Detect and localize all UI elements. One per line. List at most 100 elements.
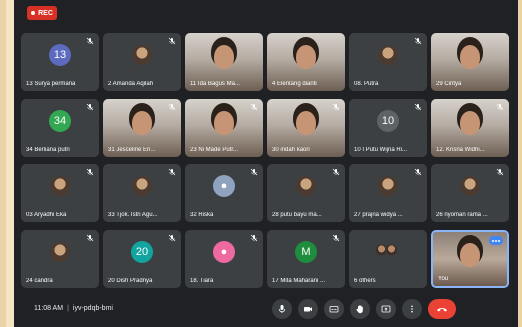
present-button[interactable]: [376, 298, 396, 319]
participant-tile[interactable]: 4 Elentang dianti: [267, 33, 345, 91]
participant-tile[interactable]: 13 13 Surya permana: [21, 33, 99, 91]
mic-off-icon: [168, 103, 176, 111]
meeting-code[interactable]: iyv-pdqb-bmi: [73, 305, 113, 312]
bottom-bar: 11:08 AM | iyv-pdqb-bmi: [14, 290, 518, 327]
participant-face: [214, 45, 234, 70]
participant-name: 2 Amanda Aqilah: [108, 81, 154, 87]
participant-tile[interactable]: 26 nyoman rama ...: [431, 164, 509, 222]
participant-tile[interactable]: 24 candra: [21, 230, 99, 288]
participant-tile[interactable]: M 17 Mita Maharani ...: [267, 230, 345, 288]
avatar: 34: [49, 110, 71, 132]
participant-name: 30 indah kaori: [272, 147, 310, 153]
audio-indicator-icon: [489, 236, 503, 245]
mic-off-icon: [168, 37, 176, 45]
participant-tile[interactable]: 03 Aryadhi Eka: [21, 164, 99, 222]
meeting-info-separator: |: [67, 305, 69, 312]
mic-off-icon: [414, 168, 422, 176]
more-options-button[interactable]: [402, 298, 422, 319]
camera-icon: [304, 306, 312, 311]
profile-photo: [296, 176, 316, 196]
recording-badge: REC: [27, 6, 57, 20]
mic-off-icon: [414, 103, 422, 111]
mic-off-icon: [86, 37, 94, 45]
participant-tile[interactable]: 11 Ida Bagus Ma...: [185, 33, 263, 91]
end-call-button[interactable]: [428, 298, 456, 319]
participant-name: 03 Aryadhi Eka: [26, 212, 67, 218]
mic-off-icon: [168, 234, 176, 242]
participant-name: 31 Jesceline Eri...: [108, 147, 156, 153]
participant-tile[interactable]: 33 Tjok. Istri Agu...: [103, 164, 181, 222]
profile-photo: [132, 45, 152, 65]
participant-tile[interactable]: ● 18. Tiara: [185, 230, 263, 288]
participant-name: You: [438, 276, 449, 282]
participant-name: 4 Elentang dianti: [272, 81, 317, 87]
participant-tile[interactable]: 20 20 Dish Pradnya: [103, 230, 181, 288]
profile-photo: [460, 176, 480, 196]
profile-photo: [378, 45, 398, 65]
participant-face: [460, 45, 480, 70]
participant-name: 17 Mita Maharani ...: [272, 278, 326, 284]
hand-icon: [356, 304, 363, 313]
participant-name: 12. Krisna Widhi...: [436, 147, 485, 153]
participant-tile[interactable]: 2 Amanda Aqilah: [103, 33, 181, 91]
participant-face: [296, 45, 316, 70]
participant-tile[interactable]: 08. Putra: [349, 33, 427, 91]
participant-name: 32 Riska: [190, 212, 214, 218]
raise-hand-button[interactable]: [350, 298, 370, 319]
mic-off-icon: [86, 168, 94, 176]
participant-face: [296, 111, 316, 136]
participant-tile[interactable]: 34 34 Berliana putri: [21, 99, 99, 157]
more-vert-icon: [411, 305, 413, 312]
participant-name: 6 others: [354, 278, 376, 284]
mic-off-icon: [496, 168, 504, 176]
captions-icon: [329, 305, 339, 312]
mic-off-icon: [332, 234, 340, 242]
avatar: [385, 243, 398, 257]
participant-tile[interactable]: 30 indah kaori: [267, 99, 345, 157]
participant-tile[interactable]: 28 putu bayu ma...: [267, 164, 345, 222]
participant-name: 26 nyoman rama ...: [436, 212, 488, 218]
avatar: 13: [49, 44, 71, 66]
avatar: ●: [213, 175, 235, 197]
mic-off-icon: [250, 234, 258, 242]
participant-tile[interactable]: 27 prajna widya ...: [349, 164, 427, 222]
camera-button[interactable]: [298, 298, 318, 319]
participant-tile[interactable]: ● 32 Riska: [185, 164, 263, 222]
recording-dot-icon: [31, 11, 36, 15]
participant-face: [460, 111, 480, 136]
participant-name: 20 Dish Pradnya: [108, 278, 153, 284]
present-icon: [381, 305, 391, 312]
mic-off-icon: [86, 103, 94, 111]
participant-tile[interactable]: 10 10 I Putu Wijna Ri...: [349, 99, 427, 157]
mic-off-icon: [250, 103, 258, 111]
participant-face: [132, 111, 152, 136]
participant-tile[interactable]: 29 Cintya: [431, 33, 509, 91]
participant-name: 27 prajna widya ...: [354, 212, 403, 218]
participant-tile[interactable]: 6 others: [349, 230, 427, 288]
captions-button[interactable]: [324, 298, 344, 319]
meeting-time: 11:08 AM: [34, 305, 64, 312]
participant-name: 10 I Putu Wijna Ri...: [354, 147, 408, 153]
participant-tile[interactable]: 23 Ni Made Putr...: [185, 99, 263, 157]
participant-tile[interactable]: 12. Krisna Widhi...: [431, 99, 509, 157]
participant-name: 18. Tiara: [190, 278, 214, 284]
mic-icon: [278, 304, 286, 313]
mic-off-icon: [414, 37, 422, 45]
profile-photo: [132, 176, 152, 196]
mic-off-icon: [86, 234, 94, 242]
mic-off-icon: [250, 168, 258, 176]
profile-photo: [378, 176, 398, 196]
mic-off-icon: [332, 103, 340, 111]
participant-name: 33 Tjok. Istri Agu...: [108, 212, 158, 218]
meeting-info: 11:08 AM | iyv-pdqb-bmi: [34, 305, 113, 312]
participant-face: [460, 242, 480, 267]
participant-tile[interactable]: 31 Jesceline Eri...: [103, 99, 181, 157]
participant-tile[interactable]: You: [431, 230, 509, 288]
participant-name: 23 Ni Made Putr...: [190, 147, 239, 153]
audio-level-dot: [492, 239, 494, 242]
microphone-button[interactable]: [272, 298, 292, 319]
participant-name: 11 Ida Bagus Ma...: [190, 81, 240, 87]
mic-off-icon: [496, 103, 504, 111]
participant-name: 28 putu bayu ma...: [272, 212, 322, 218]
audio-level-dot: [498, 239, 500, 242]
